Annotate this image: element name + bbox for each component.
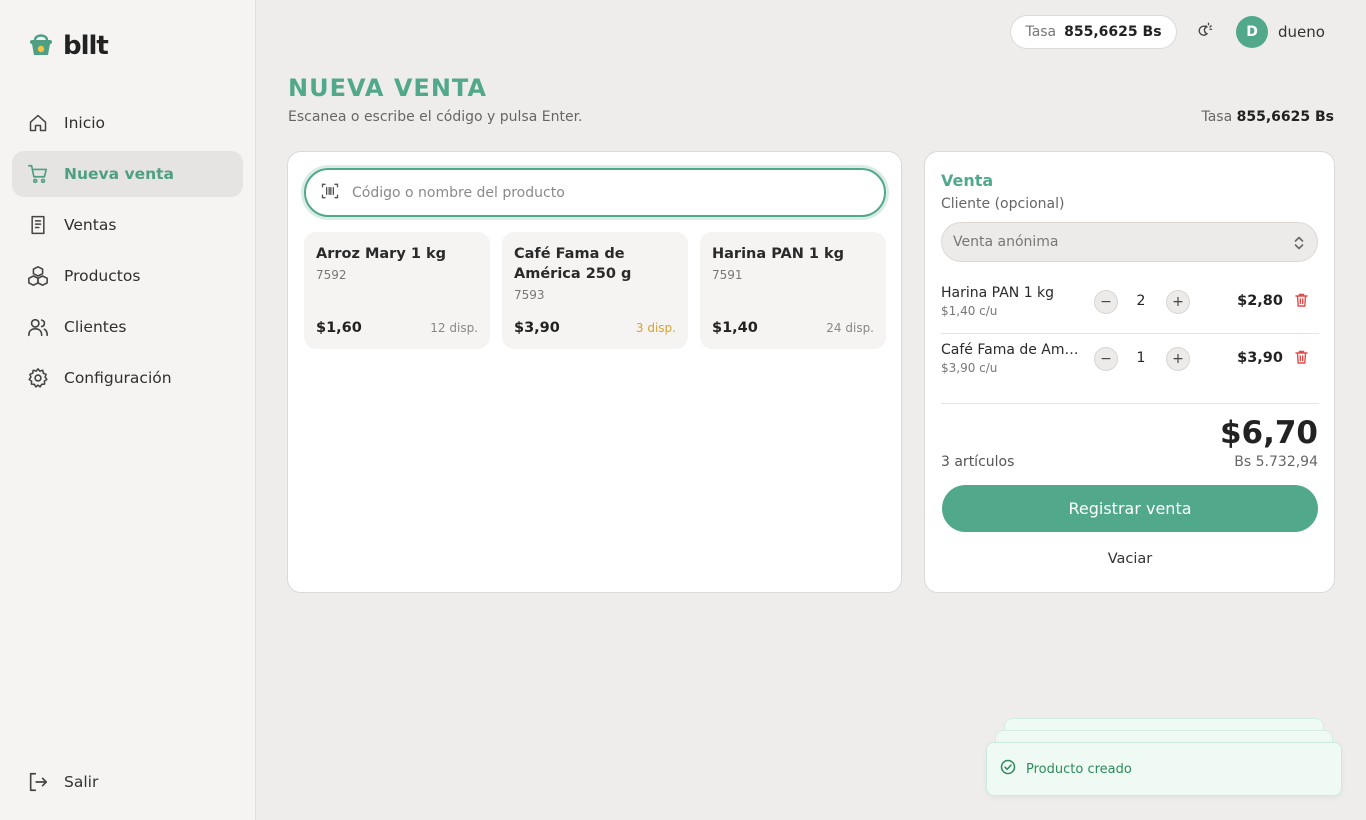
sidebar-item-label: Configuración <box>64 369 172 387</box>
logout-label: Salir <box>64 773 99 791</box>
sale-title: Venta <box>941 171 994 190</box>
sidebar-item-label: Inicio <box>64 114 106 132</box>
product-stock-low: 3 disp. <box>635 321 676 335</box>
increase-qty-button[interactable]: + <box>1166 290 1190 314</box>
product-grid: Arroz Mary 1 kg 7592 $1,60 12 disp. Café… <box>304 232 886 349</box>
logout-icon <box>26 770 50 794</box>
header-rate: Tasa 855,6625 Bs <box>1201 109 1334 125</box>
boxes-icon <box>26 264 50 288</box>
product-name: Café Fama de América 250 g <box>514 246 632 282</box>
product-stock: 24 disp. <box>826 321 874 335</box>
minus-icon: − <box>1100 351 1112 367</box>
avatar: D <box>1236 16 1268 48</box>
user-menu[interactable]: D dueno <box>1236 16 1325 48</box>
cart-line-name: Café Fama de América 250 g <box>941 342 1081 358</box>
toast-message: Producto creado <box>1026 761 1132 777</box>
product-name: Arroz Mary 1 kg <box>316 246 446 262</box>
page-subtitle: Escanea o escribe el código y pulsa Ente… <box>288 109 583 125</box>
header-rate-value: 855,6625 Bs <box>1236 109 1334 125</box>
header-rate-label: Tasa <box>1201 109 1233 125</box>
trash-icon <box>1294 292 1308 311</box>
sidebar-item-label: Nueva venta <box>64 165 174 183</box>
sale-total: $6,70 <box>1219 415 1318 451</box>
rate-label: Tasa <box>1025 24 1057 40</box>
decrease-qty-button[interactable]: − <box>1094 347 1118 371</box>
sidebar-item-inicio[interactable]: Inicio <box>12 100 243 146</box>
sidebar-item-nueva-venta[interactable]: Nueva venta <box>12 151 243 197</box>
increase-qty-button[interactable]: + <box>1166 347 1190 371</box>
exchange-rate-pill: Tasa 855,6625 Bs <box>1010 15 1177 49</box>
users-icon <box>26 315 50 339</box>
cart-line-unit-price: $3,90 c/u <box>941 361 998 375</box>
remove-line-button[interactable] <box>1293 293 1309 309</box>
remove-line-button[interactable] <box>1293 350 1309 366</box>
product-price: $1,40 <box>712 320 758 336</box>
toast-notification[interactable]: Producto creado <box>986 742 1342 796</box>
sale-panel: Venta Cliente (opcional) Venta anónima H… <box>924 151 1335 593</box>
cart-line: Café Fama de América 250 g $3,90 c/u − 1… <box>941 334 1319 391</box>
product-price: $3,90 <box>514 320 560 336</box>
sidebar-item-label: Productos <box>64 267 141 285</box>
client-label: Cliente (opcional) <box>941 196 1065 212</box>
product-card[interactable]: Arroz Mary 1 kg 7592 $1,60 12 disp. <box>304 232 490 349</box>
client-select[interactable]: Venta anónima <box>941 222 1318 262</box>
trash-icon <box>1294 349 1308 368</box>
user-name: dueno <box>1278 23 1325 41</box>
product-card[interactable]: Harina PAN 1 kg 7591 $1,40 24 disp. <box>700 232 886 349</box>
chevron-up-down-icon <box>1293 235 1305 255</box>
register-sale-button[interactable]: Registrar venta <box>942 485 1318 532</box>
cart-line-name: Harina PAN 1 kg <box>941 285 1055 301</box>
client-select-value: Venta anónima <box>953 234 1059 250</box>
product-code: 7593 <box>514 288 545 302</box>
cart-line-qty: 2 <box>1136 293 1146 309</box>
divider <box>941 403 1319 404</box>
search-input[interactable] <box>352 184 852 201</box>
receipt-icon <box>26 213 50 237</box>
product-name: Harina PAN 1 kg <box>712 246 845 262</box>
plus-icon: + <box>1172 351 1184 367</box>
product-price: $1,60 <box>316 320 362 336</box>
barcode-icon <box>320 181 340 205</box>
sidebar-nav: Inicio Nueva venta Ventas Productos Clie… <box>12 100 243 406</box>
gear-icon <box>26 366 50 390</box>
product-code: 7591 <box>712 268 743 282</box>
basket-logo-icon <box>27 30 55 62</box>
cart-icon <box>26 162 50 186</box>
sidebar-item-label: Ventas <box>64 216 117 234</box>
sidebar-item-configuracion[interactable]: Configuración <box>12 355 243 401</box>
sun-moon-icon <box>1195 21 1213 43</box>
logout-button[interactable]: Salir <box>26 770 98 794</box>
brand-name: bllt <box>63 31 109 61</box>
item-count: 3 artículos <box>941 454 1015 470</box>
sale-total-bs: Bs 5.732,94 <box>1234 454 1318 470</box>
sidebar-item-productos[interactable]: Productos <box>12 253 243 299</box>
sidebar-item-clientes[interactable]: Clientes <box>12 304 243 350</box>
cart-line-unit-price: $1,40 c/u <box>941 304 998 318</box>
products-panel: Arroz Mary 1 kg 7592 $1,60 12 disp. Café… <box>287 151 902 593</box>
minus-icon: − <box>1100 294 1112 310</box>
rate-value: 855,6625 Bs <box>1064 24 1162 40</box>
sidebar-item-ventas[interactable]: Ventas <box>12 202 243 248</box>
clear-cart-button[interactable]: Vaciar <box>942 551 1318 567</box>
brand-logo[interactable]: bllt <box>27 30 109 62</box>
product-code: 7592 <box>316 268 347 282</box>
home-icon <box>26 111 50 135</box>
plus-icon: + <box>1172 294 1184 310</box>
theme-toggle-button[interactable] <box>1193 21 1215 43</box>
sidebar: bllt Inicio Nueva venta Ventas Productos <box>0 0 256 820</box>
page-title: NUEVA VENTA <box>288 74 487 102</box>
sidebar-item-label: Clientes <box>64 318 127 336</box>
cart-line-total: $3,90 <box>1237 350 1283 366</box>
cart-line: Harina PAN 1 kg $1,40 c/u − 2 + $2,80 <box>941 277 1319 334</box>
cart-line-qty: 1 <box>1136 350 1146 366</box>
decrease-qty-button[interactable]: − <box>1094 290 1118 314</box>
cart-line-total: $2,80 <box>1237 293 1283 309</box>
product-stock: 12 disp. <box>430 321 478 335</box>
search-box[interactable] <box>304 168 886 217</box>
check-circle-icon <box>1000 759 1016 779</box>
product-card[interactable]: Café Fama de América 250 g 7593 $3,90 3 … <box>502 232 688 349</box>
